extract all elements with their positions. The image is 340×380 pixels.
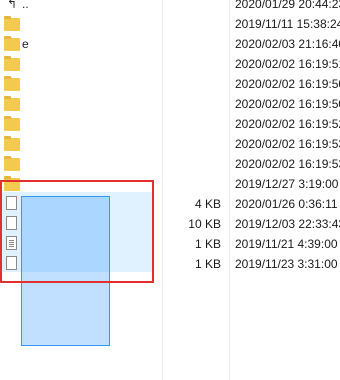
item-date-modified: 2019/12/27 3:19:00 [235,177,339,191]
folder-row[interactable]: 2020/02/02 16:19:52 [0,114,340,134]
folder-icon [4,56,20,72]
item-date-modified: 2019/11/23 3:31:00 [235,257,338,271]
folder-row[interactable]: 2020/02/02 16:19:50 [0,74,340,94]
item-size: 10 KB [188,217,221,231]
item-date-modified: 2020/02/02 16:19:53 [235,157,340,171]
item-name [22,97,92,111]
folder-icon [4,136,20,152]
item-date-modified: 2020/01/29 20:44:23 [235,0,340,11]
folder-row[interactable]: 2020/02/02 16:19:53 [0,134,340,154]
folder-row[interactable]: e 2020/02/03 21:16:40 [0,34,340,54]
annotation-highlight-box [0,180,154,283]
item-date-modified: 2020/02/02 16:19:50 [235,97,340,111]
item-name [22,77,92,91]
item-date-modified: 2020/02/02 16:19:53 [235,137,340,151]
parent-folder-row[interactable]: ↰.. 2020/01/29 20:44:23 [0,0,340,14]
item-size: 4 KB [194,197,221,211]
folder-row[interactable]: 2020/02/02 16:19:51 [0,54,340,74]
item-name: .. [22,0,29,11]
item-name [22,17,92,31]
item-date-modified: 2019/11/11 15:38:24 [235,17,340,31]
up-arrow-icon: ↰ [6,0,18,11]
item-size: 1 KB [194,237,221,251]
item-date-modified: 2019/11/21 4:39:00 [235,237,338,251]
item-name [22,137,92,151]
item-date-modified: 2020/01/26 0:36:11 [235,197,338,211]
folder-row[interactable]: 2020/02/02 16:19:50 [0,94,340,114]
folder-icon [4,76,20,92]
folder-icon [4,16,20,32]
item-date-modified: 2020/02/02 16:19:50 [235,77,340,91]
item-name [22,117,92,131]
folder-icon [4,96,20,112]
item-date-modified: 2019/12/03 22:33:43 [235,217,340,231]
folder-row[interactable]: 2019/11/11 15:38:24 [0,14,340,34]
item-date-modified: 2020/02/02 16:19:51 [235,57,340,71]
folder-row[interactable]: 2020/02/02 16:19:53 [0,154,340,174]
item-name [22,157,92,171]
item-date-modified: 2020/02/02 16:19:52 [235,117,340,131]
item-size: 1 KB [194,257,221,271]
folder-icon [4,116,20,132]
folder-icon [4,36,20,52]
item-name [22,57,92,71]
item-name: e [22,37,29,51]
item-date-modified: 2020/02/03 21:16:40 [235,37,340,51]
folder-icon [4,156,20,172]
